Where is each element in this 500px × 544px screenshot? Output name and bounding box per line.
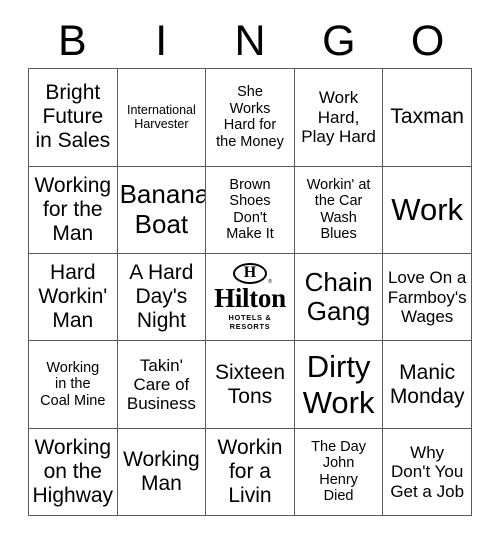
bingo-cell-label: Taxman bbox=[390, 105, 464, 129]
bingo-row: Working for the Man Banana Boat Brown Sh… bbox=[29, 166, 472, 255]
bingo-cell[interactable]: Sixteen Tons bbox=[206, 341, 295, 429]
bingo-row: Working in the Coal Mine Takin' Care of … bbox=[29, 341, 472, 429]
bingo-cell-label: Chain Gang bbox=[304, 266, 373, 327]
bingo-row: Hard Workin' Man A Hard Day's Night H ® … bbox=[29, 254, 472, 342]
bingo-cell[interactable]: Bright Future in Sales bbox=[29, 69, 118, 167]
bingo-row: Bright Future in Sales International Har… bbox=[29, 69, 472, 167]
registered-mark: ® bbox=[268, 278, 272, 285]
bingo-cell-label: She Works Hard for the Money bbox=[216, 84, 284, 150]
hilton-monogram: H bbox=[243, 264, 257, 282]
bingo-grid: Bright Future in Sales International Har… bbox=[28, 68, 472, 517]
header-letter-b: B bbox=[58, 16, 87, 65]
bingo-cell-label: Work bbox=[391, 192, 464, 228]
bingo-cell[interactable]: Love On a Farmboy's Wages bbox=[383, 254, 472, 342]
bingo-card: B I N G O Bright Future in Sales Interna… bbox=[0, 0, 500, 544]
header-letter-g: G bbox=[322, 16, 356, 65]
bingo-cell[interactable]: International Harvester bbox=[117, 69, 207, 167]
bingo-cell-label: Why Don't You Get a Job bbox=[390, 442, 465, 501]
bingo-cell[interactable]: Hard Workin' Man bbox=[29, 254, 118, 342]
bingo-cell-label: Working in the Coal Mine bbox=[40, 359, 106, 409]
bingo-cell-label: Banana Boat bbox=[119, 179, 207, 239]
hilton-emblem-icon: H ® bbox=[232, 262, 272, 284]
bingo-cell[interactable]: Takin' Care of Business bbox=[117, 341, 207, 429]
bingo-cell-label: Working Man bbox=[123, 447, 200, 495]
bingo-cell-label: Takin' Care of Business bbox=[126, 355, 196, 414]
bingo-cell[interactable]: Working in the Coal Mine bbox=[29, 341, 118, 429]
bingo-cell-label: Dirty Work bbox=[302, 349, 375, 420]
bingo-cell-label: Bright Future in Sales bbox=[35, 81, 111, 153]
bingo-cell[interactable]: Brown Shoes Don't Make It bbox=[206, 166, 295, 255]
bingo-cell[interactable]: Workin for a Livin bbox=[206, 428, 295, 517]
bingo-cell-label: Workin for a Livin bbox=[217, 435, 283, 507]
bingo-cell-label: Love On a Farmboy's Wages bbox=[387, 268, 467, 326]
header-letter-o: O bbox=[410, 16, 445, 65]
bingo-cell[interactable]: Work Hard, Play Hard bbox=[294, 69, 384, 167]
bingo-cell-label: Work Hard, Play Hard bbox=[301, 88, 376, 147]
bingo-cell-label: Manic Monday bbox=[389, 360, 465, 408]
header-letter-i: I bbox=[155, 16, 168, 65]
bingo-cell[interactable]: She Works Hard for the Money bbox=[206, 69, 295, 167]
bingo-cell-label: Working for the Man bbox=[34, 174, 112, 245]
bingo-cell[interactable]: Workin' at the Car Wash Blues bbox=[294, 166, 384, 255]
bingo-cell-label: A Hard Day's Night bbox=[129, 261, 194, 333]
hilton-logo: H ® Hilton HOTELS & RESORTS bbox=[208, 262, 292, 332]
bingo-cell[interactable]: Working on the Highway bbox=[29, 428, 118, 517]
bingo-cell-label: Brown Shoes Don't Make It bbox=[226, 176, 274, 243]
bingo-cell[interactable]: Why Don't You Get a Job bbox=[383, 428, 472, 517]
bingo-cell-label: Working on the Highway bbox=[32, 435, 114, 507]
bingo-cell-label: Sixteen Tons bbox=[214, 360, 285, 408]
bingo-cell[interactable]: Chain Gang bbox=[294, 254, 384, 342]
bingo-cell-label: The Day John Henry Died bbox=[311, 438, 366, 505]
bingo-cell[interactable]: Banana Boat bbox=[117, 166, 207, 255]
hilton-tagline: HOTELS & RESORTS bbox=[228, 313, 272, 332]
hilton-wordmark: Hilton bbox=[214, 282, 286, 313]
bingo-cell[interactable]: A Hard Day's Night bbox=[117, 254, 207, 342]
bingo-cell-label: International Harvester bbox=[126, 103, 196, 132]
bingo-cell-label: Hard Workin' Man bbox=[38, 261, 108, 333]
bingo-cell[interactable]: Working for the Man bbox=[29, 166, 118, 255]
bingo-cell[interactable]: Manic Monday bbox=[383, 341, 472, 429]
bingo-cell[interactable]: The Day John Henry Died bbox=[294, 428, 384, 517]
bingo-cell[interactable]: Taxman bbox=[383, 69, 472, 167]
bingo-row: Working on the Highway Working Man Worki… bbox=[29, 428, 472, 517]
bingo-cell[interactable]: Work bbox=[383, 166, 472, 255]
bingo-cell[interactable]: Dirty Work bbox=[294, 341, 384, 429]
header-letter-n: N bbox=[234, 16, 266, 65]
bingo-cell[interactable]: Working Man bbox=[117, 428, 207, 517]
bingo-header: B I N G O bbox=[28, 14, 472, 68]
bingo-cell-logo[interactable]: H ® Hilton HOTELS & RESORTS bbox=[206, 254, 295, 342]
bingo-cell-label: Workin' at the Car Wash Blues bbox=[306, 176, 371, 243]
